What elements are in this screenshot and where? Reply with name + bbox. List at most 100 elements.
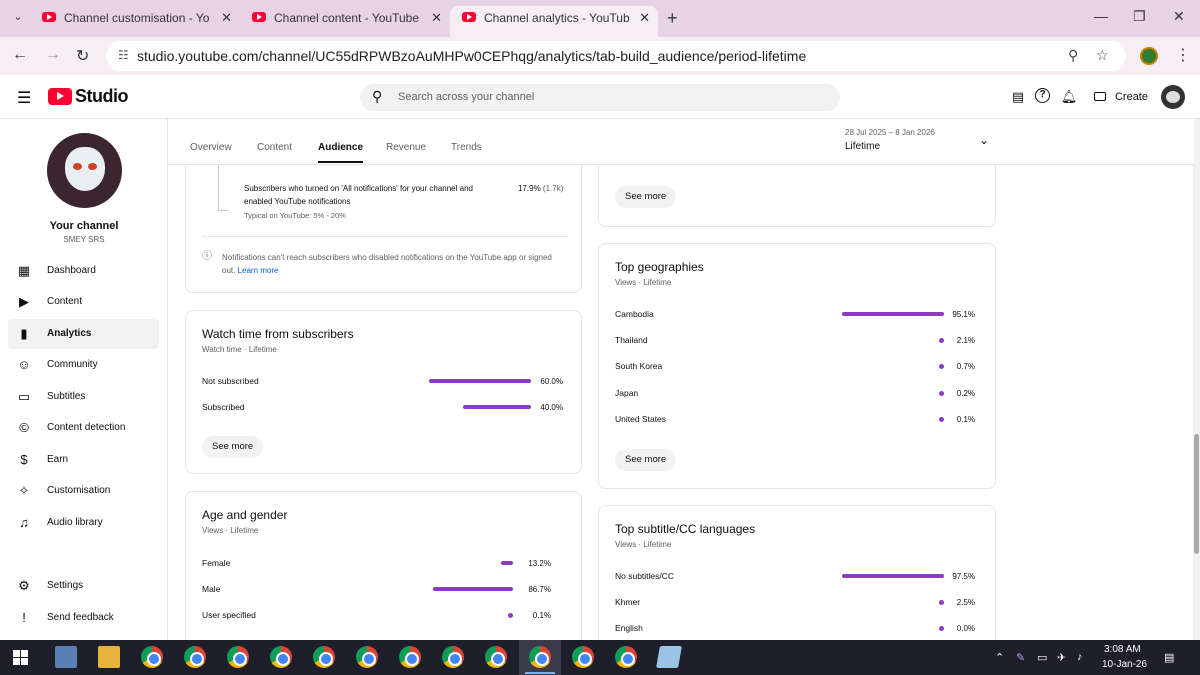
tab-overview[interactable]: Overview: [190, 142, 232, 153]
chrome-app-icon-active[interactable]: [529, 646, 551, 668]
learn-more-link[interactable]: Learn more: [238, 266, 279, 275]
sidebar-item-earn[interactable]: $ Earn: [8, 445, 159, 475]
create-button[interactable]: Create: [1088, 85, 1152, 109]
calculator-app-icon[interactable]: [55, 646, 77, 668]
browser-menu-icon[interactable]: ⋮: [1175, 45, 1191, 65]
close-icon[interactable]: ✕: [221, 6, 232, 30]
sidebar-item-content[interactable]: ▶ Content: [8, 287, 159, 317]
sidebar-item-subtitles[interactable]: ▭ Subtitles: [8, 382, 159, 412]
tab-audience[interactable]: Audience: [318, 142, 364, 163]
windows-taskbar: ⌃ ✎ ▭ ✈ ♪ 3:08 AM 10-Jan-26 ▤: [0, 640, 1200, 675]
sidebar-item-dashboard[interactable]: ▦ Dashboard: [8, 256, 159, 286]
file-explorer-icon[interactable]: [98, 646, 120, 668]
pen-icon[interactable]: ✎: [1016, 651, 1025, 664]
battery-icon[interactable]: ▭: [1037, 651, 1047, 664]
sidebar: Your channel SMEY SRS ▦ Dashboard ▶ Cont…: [0, 119, 168, 640]
card-title: Top subtitle/CC languages: [615, 522, 756, 536]
sidebar-item-content-detection[interactable]: © Content detection: [8, 413, 159, 443]
close-icon[interactable]: ✕: [431, 6, 442, 30]
chevron-down-icon[interactable]: ⌄: [979, 133, 989, 147]
minimize-icon[interactable]: —: [1094, 8, 1108, 24]
volume-icon[interactable]: ♪: [1077, 651, 1083, 663]
clock-date[interactable]: 10-Jan-26: [1102, 659, 1147, 670]
notifications-value-wrap: 17.9% (1.7k): [518, 182, 563, 195]
youtube-favicon-icon: [252, 12, 266, 22]
window-close-icon[interactable]: ✕: [1173, 8, 1185, 25]
reload-icon[interactable]: ↻: [76, 46, 89, 66]
show-hidden-icons-icon[interactable]: ⌃: [995, 651, 1004, 664]
sidebar-item-analytics[interactable]: ▮ Analytics: [8, 319, 159, 349]
scrollbar-thumb[interactable]: [1194, 434, 1199, 554]
studio-logo-text[interactable]: Studio: [75, 86, 129, 107]
date-period-text[interactable]: Lifetime: [845, 141, 880, 152]
notifications-card: Subscribers who turned on 'All notificat…: [185, 165, 582, 293]
chrome-app-icon[interactable]: [270, 646, 292, 668]
chrome-app-icon[interactable]: [399, 646, 421, 668]
video-camera-icon: [1094, 92, 1106, 101]
date-range-text[interactable]: 28 Jul 2025 – 8 Jan 2026: [845, 128, 935, 137]
notepad-app-icon[interactable]: [656, 646, 682, 668]
chrome-app-icon[interactable]: [356, 646, 378, 668]
bookmark-star-icon[interactable]: ☆: [1096, 47, 1109, 64]
search-input[interactable]: Search across your channel: [398, 91, 534, 103]
chrome-app-icon[interactable]: [572, 646, 594, 668]
messages-icon[interactable]: ▤: [1009, 88, 1027, 106]
chrome-app-icon[interactable]: [313, 646, 335, 668]
forward-arrow-icon[interactable]: →: [45, 46, 61, 64]
row-value: 40.0%: [540, 403, 563, 412]
row-value: 60.0%: [540, 377, 563, 386]
browser-tab-customisation[interactable]: Channel customisation - YouTube Studio ✕: [30, 6, 240, 37]
help-icon[interactable]: ?: [1035, 88, 1050, 103]
browser-tab-strip: ⌄ Channel customisation - YouTube Studio…: [0, 0, 1200, 37]
page-scrollbar[interactable]: [1193, 119, 1200, 640]
sidebar-item-settings[interactable]: ⚙ Settings: [8, 571, 159, 601]
chrome-app-icon[interactable]: [485, 646, 507, 668]
sidebar-item-customisation[interactable]: ✧ Customisation: [8, 476, 159, 506]
zoom-icon[interactable]: ⚲: [1068, 47, 1078, 64]
channel-avatar-eye: [88, 163, 97, 170]
clock-time[interactable]: 3:08 AM: [1104, 644, 1141, 655]
notifications-count: (1.7k): [542, 184, 564, 193]
profile-avatar[interactable]: [1140, 47, 1158, 65]
youtube-logo-icon[interactable]: [48, 88, 72, 105]
address-bar[interactable]: ☷ studio.youtube.com/channel/UC55dRPWBzo…: [106, 41, 1126, 71]
tab-content[interactable]: Content: [257, 142, 292, 153]
chrome-app-icon[interactable]: [141, 646, 163, 668]
tab-revenue[interactable]: Revenue: [386, 142, 426, 153]
site-settings-icon[interactable]: ☷: [118, 48, 129, 62]
chrome-app-icon[interactable]: [442, 646, 464, 668]
row-label: Japan: [615, 388, 639, 398]
new-tab-plus-icon[interactable]: +: [667, 8, 678, 29]
row-value: 0.0%: [956, 624, 975, 633]
row-label: Female: [202, 558, 231, 568]
see-more-button[interactable]: See more: [615, 186, 677, 208]
windows-start-icon[interactable]: [13, 650, 28, 665]
see-more-button[interactable]: See more: [615, 449, 677, 471]
row-label: Subscribed: [202, 402, 245, 412]
hamburger-menu-icon[interactable]: ☰: [17, 88, 31, 108]
close-icon[interactable]: ✕: [639, 6, 650, 30]
browser-tab-analytics[interactable]: Channel analytics - YouTube Studio ✕: [450, 6, 658, 37]
sidebar-item-send-feedback[interactable]: ! Send feedback: [8, 603, 159, 633]
sidebar-item-audio-library[interactable]: ♫ Audio library: [8, 508, 159, 538]
row-value: 2.1%: [956, 336, 975, 345]
sidebar-item-community[interactable]: ☺ Community: [8, 350, 159, 380]
see-more-button[interactable]: See more: [202, 436, 264, 458]
channel-avatar-eye: [73, 163, 82, 170]
bar: [842, 312, 944, 316]
notifications-icon[interactable]: ▤: [1164, 651, 1174, 664]
search-icon[interactable]: ⚲: [372, 88, 382, 105]
search-bar[interactable]: ⚲ Search across your channel: [360, 84, 840, 111]
account-avatar[interactable]: [1161, 85, 1185, 109]
chrome-app-icon[interactable]: [615, 646, 637, 668]
channel-avatar[interactable]: [47, 133, 122, 208]
chrome-app-icon[interactable]: [227, 646, 249, 668]
back-arrow-icon[interactable]: ←: [12, 46, 28, 64]
chrome-app-icon[interactable]: [184, 646, 206, 668]
tab-search-chevron-icon[interactable]: ⌄: [10, 10, 26, 26]
browser-tab-content[interactable]: Channel content - YouTube Studio ✕: [240, 6, 450, 37]
bell-icon[interactable]: 🔔︎: [1060, 88, 1078, 106]
restore-icon[interactable]: ❐: [1133, 8, 1146, 25]
network-icon[interactable]: ✈: [1057, 651, 1066, 664]
tab-trends[interactable]: Trends: [451, 142, 482, 153]
